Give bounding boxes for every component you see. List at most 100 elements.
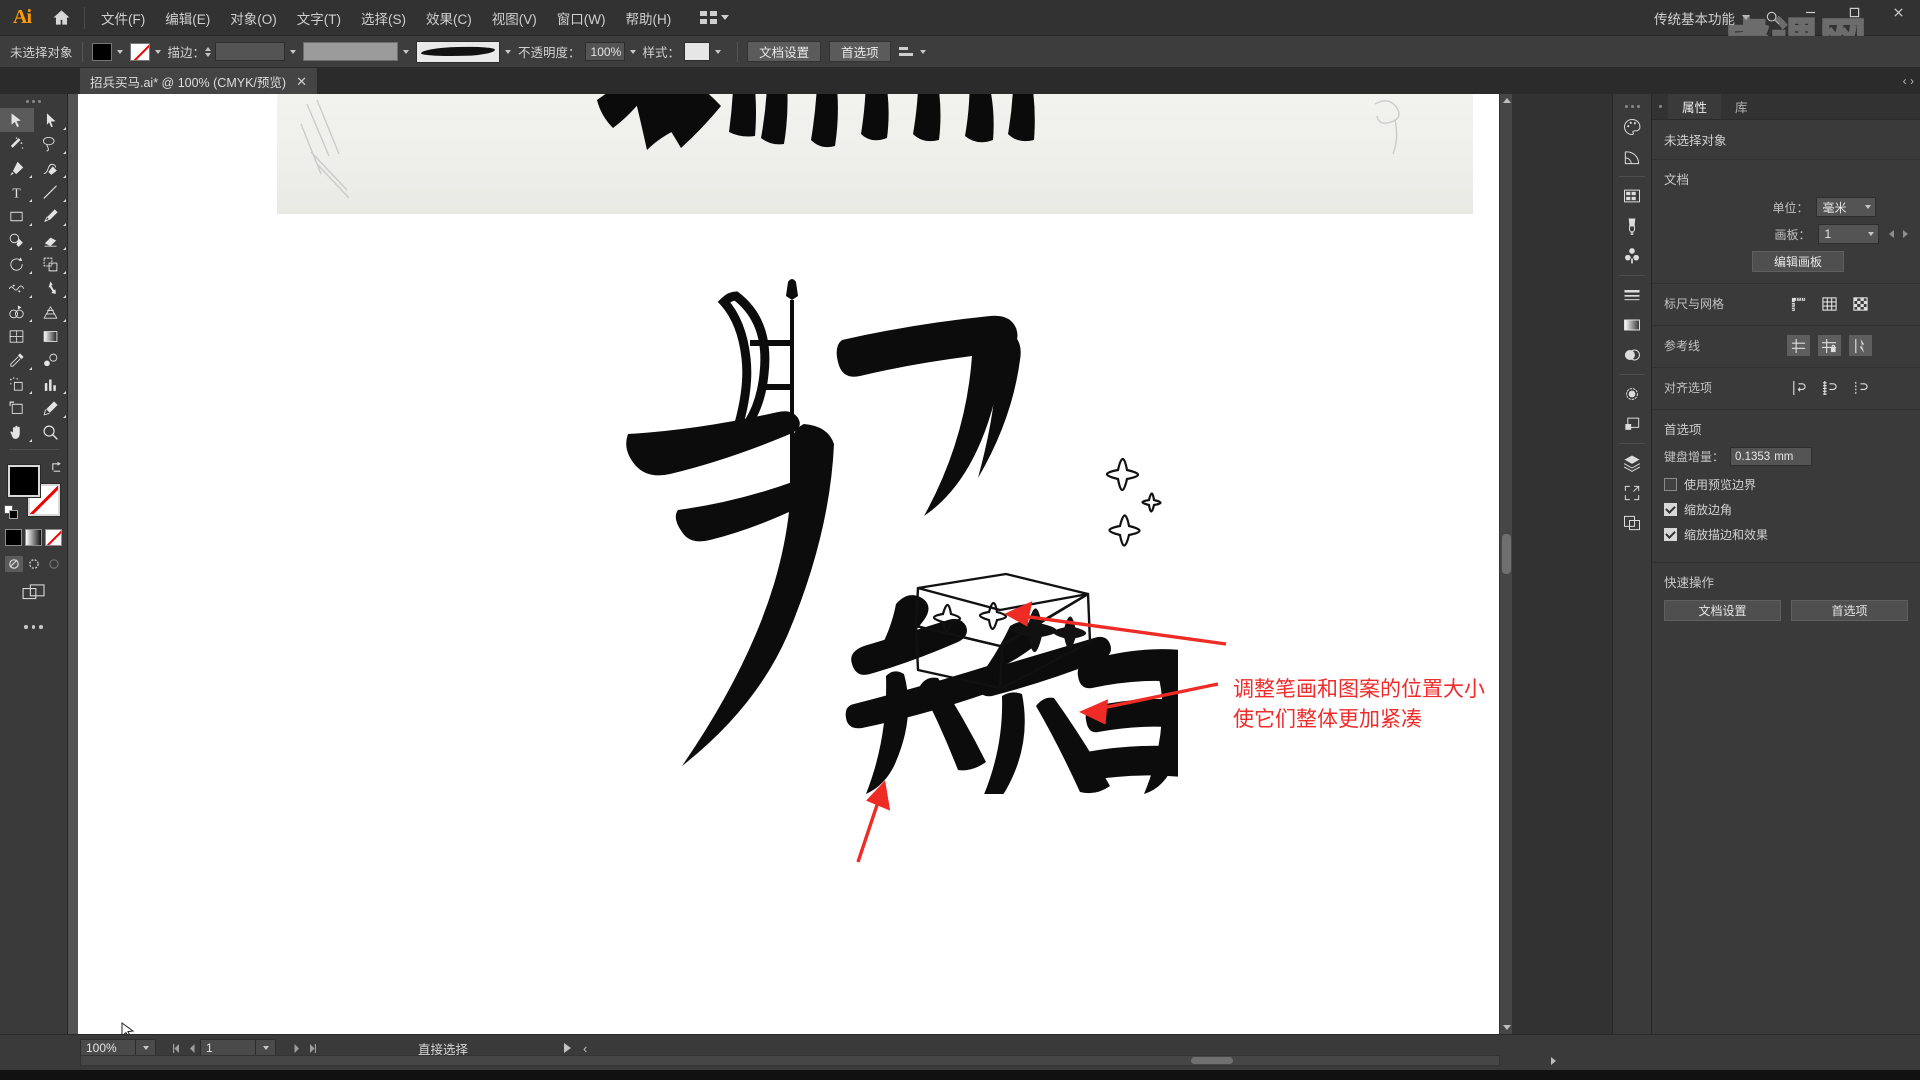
scale-corners-checkbox[interactable]: 缩放边角 bbox=[1664, 501, 1908, 518]
shaper-tool[interactable] bbox=[0, 228, 34, 252]
fill-color-swatch[interactable] bbox=[7, 465, 40, 497]
quick-document-setup-button[interactable]: 文档设置 bbox=[1664, 600, 1781, 621]
symbol-sprayer-tool[interactable] bbox=[0, 372, 34, 396]
free-transform-tool[interactable] bbox=[34, 276, 68, 300]
stroke-panel-icon[interactable] bbox=[1616, 280, 1648, 310]
change-screen-mode-icon[interactable] bbox=[22, 584, 46, 609]
document-tab[interactable]: 招兵买马.ai* @ 100% (CMYK/预览) ✕ bbox=[80, 68, 318, 94]
chevron-down-icon[interactable] bbox=[403, 49, 410, 54]
fill-swatch[interactable] bbox=[91, 42, 112, 61]
show-grid-icon[interactable] bbox=[1818, 293, 1841, 314]
scale-tool[interactable] bbox=[34, 252, 68, 276]
pen-tool[interactable] bbox=[0, 156, 34, 180]
tab-properties[interactable]: 属性 bbox=[1668, 94, 1722, 119]
align-dropdown[interactable] bbox=[898, 45, 926, 59]
rotate-tool[interactable] bbox=[0, 252, 34, 276]
scroll-down-icon[interactable] bbox=[1500, 1021, 1512, 1034]
draw-behind-icon[interactable] bbox=[25, 556, 43, 572]
edit-toolbar-icon[interactable] bbox=[24, 625, 43, 629]
stroke-profile-field[interactable] bbox=[303, 42, 399, 61]
align-to-path-icon[interactable] bbox=[1787, 377, 1810, 398]
unit-select[interactable]: 毫米 bbox=[1815, 197, 1877, 217]
chevron-down-icon[interactable] bbox=[290, 49, 297, 54]
paintbrush-tool[interactable] bbox=[34, 204, 68, 228]
lasso-tool[interactable] bbox=[34, 132, 68, 156]
scroll-up-icon[interactable] bbox=[1500, 94, 1512, 107]
close-button[interactable] bbox=[1876, 0, 1920, 26]
tools-panel-grip[interactable] bbox=[0, 94, 67, 108]
arrange-documents-button[interactable] bbox=[695, 8, 734, 27]
workspace-switcher[interactable]: 传统基本功能 bbox=[1646, 4, 1758, 32]
show-rulers-icon[interactable] bbox=[1787, 293, 1810, 314]
curvature-tool[interactable] bbox=[34, 156, 68, 180]
selection-tool[interactable] bbox=[0, 108, 34, 132]
type-tool[interactable]: T bbox=[0, 180, 34, 204]
canvas-area[interactable]: 调整笔画和图案的位置大小 使它们整体更加紧凑 bbox=[68, 94, 1512, 1034]
chevron-down-icon[interactable] bbox=[715, 49, 722, 54]
align-to-point-icon[interactable] bbox=[1849, 377, 1872, 398]
brushes-panel-icon[interactable] bbox=[1616, 211, 1648, 241]
chevron-down-icon[interactable] bbox=[505, 49, 512, 54]
rectangle-tool[interactable] bbox=[0, 204, 34, 228]
menu-edit[interactable]: 编辑(E) bbox=[155, 3, 220, 33]
width-tool[interactable] bbox=[0, 276, 34, 300]
eraser-tool[interactable] bbox=[34, 228, 68, 252]
swap-fill-stroke-icon[interactable] bbox=[50, 461, 63, 474]
gradient-panel-icon[interactable] bbox=[1616, 310, 1648, 340]
swatches-panel-icon[interactable] bbox=[1616, 181, 1648, 211]
opacity-field[interactable]: 100% bbox=[584, 42, 625, 61]
keyboard-increment-field[interactable]: 0.1353 mm bbox=[1730, 447, 1813, 466]
lock-guides-icon[interactable] bbox=[1818, 335, 1841, 356]
chevron-down-icon[interactable] bbox=[154, 49, 161, 54]
dock-grip[interactable] bbox=[1613, 100, 1651, 112]
menu-effect[interactable]: 效果(C) bbox=[416, 3, 482, 33]
eyedropper-tool[interactable] bbox=[0, 348, 34, 372]
maximize-button[interactable] bbox=[1832, 0, 1876, 26]
color-mode-gradient[interactable] bbox=[25, 529, 42, 546]
canvas-vertical-scrollbar[interactable] bbox=[1499, 94, 1512, 1034]
color-mode-flat[interactable] bbox=[5, 529, 22, 546]
menu-type[interactable]: 文字(T) bbox=[287, 3, 351, 33]
shape-builder-tool[interactable] bbox=[0, 300, 34, 324]
artboard-nav-arrows[interactable] bbox=[1889, 230, 1908, 238]
chevron-down-icon[interactable] bbox=[116, 49, 123, 54]
direct-selection-tool[interactable] bbox=[34, 108, 68, 132]
draw-normal-icon[interactable] bbox=[4, 556, 23, 572]
tab-libraries[interactable]: 库 bbox=[1721, 94, 1762, 119]
menu-view[interactable]: 视图(V) bbox=[482, 3, 547, 33]
status-menu-icon[interactable] bbox=[564, 1043, 572, 1053]
menu-file[interactable]: 文件(F) bbox=[91, 3, 155, 33]
graphic-style-swatch[interactable] bbox=[684, 42, 711, 61]
menu-window[interactable]: 窗口(W) bbox=[547, 3, 616, 33]
mesh-tool[interactable] bbox=[0, 324, 34, 348]
preferences-button[interactable]: 首选项 bbox=[829, 41, 891, 62]
blend-tool[interactable] bbox=[34, 348, 68, 372]
panel-grip[interactable] bbox=[1652, 94, 1668, 119]
artboards-panel-icon[interactable] bbox=[1616, 478, 1648, 508]
artboard[interactable]: 调整笔画和图案的位置大小 使它们整体更加紧凑 bbox=[78, 94, 1512, 1034]
color-guide-panel-icon[interactable] bbox=[1616, 142, 1648, 172]
magic-wand-tool[interactable] bbox=[0, 132, 34, 156]
search-icon[interactable] bbox=[1758, 3, 1788, 33]
document-setup-button[interactable]: 文档设置 bbox=[747, 41, 822, 62]
stroke-swatch[interactable] bbox=[129, 42, 150, 61]
gradient-tool[interactable] bbox=[34, 324, 68, 348]
quick-preferences-button[interactable]: 首选项 bbox=[1791, 600, 1908, 621]
layers-panel-icon[interactable] bbox=[1616, 448, 1648, 478]
edit-artboards-button[interactable]: 编辑画板 bbox=[1752, 251, 1844, 272]
slice-tool[interactable] bbox=[34, 396, 68, 420]
perspective-grid-tool[interactable] bbox=[34, 300, 68, 324]
appearance-panel-icon[interactable] bbox=[1616, 379, 1648, 409]
scroll-right-icon[interactable] bbox=[1547, 1055, 1560, 1066]
opacity-chevron-icon[interactable] bbox=[629, 49, 636, 54]
zoom-tool[interactable] bbox=[34, 420, 68, 444]
show-transparency-grid-icon[interactable] bbox=[1849, 293, 1872, 314]
home-icon[interactable] bbox=[44, 3, 78, 33]
artboard-select[interactable]: 1 bbox=[1817, 224, 1879, 244]
draw-inside-icon[interactable] bbox=[45, 556, 63, 572]
show-guides-icon[interactable] bbox=[1787, 335, 1810, 356]
stroke-weight-stepper[interactable] bbox=[205, 46, 212, 57]
brush-definition-preview[interactable] bbox=[416, 40, 501, 63]
scale-strokes-effects-checkbox[interactable]: 缩放描边和效果 bbox=[1664, 526, 1908, 543]
use-preview-bounds-checkbox[interactable]: 使用预览边界 bbox=[1664, 476, 1908, 493]
